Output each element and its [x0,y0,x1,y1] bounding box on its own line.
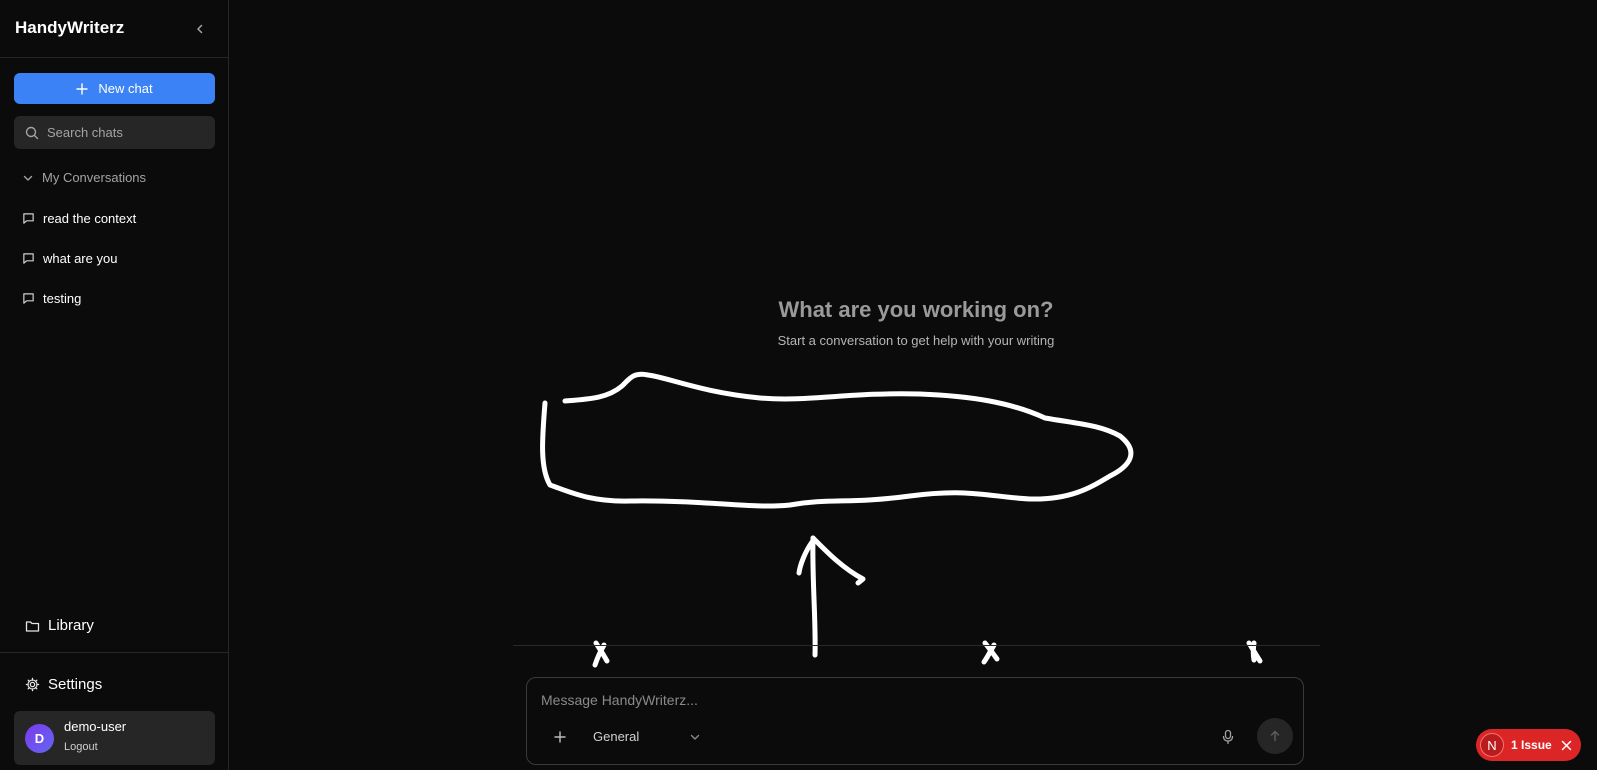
close-icon [1561,740,1571,750]
app-window: HandyWriterz New chat Search chats My Co… [0,0,1597,770]
message-square-icon [23,253,34,264]
send-button[interactable] [1257,718,1293,754]
settings-link[interactable]: Settings [25,676,102,693]
plus-icon [76,82,89,95]
search-icon [25,126,39,139]
collapse-sidebar-button[interactable] [190,19,210,39]
mic-icon [1222,729,1234,745]
username: demo-user [64,719,127,734]
voice-input-button[interactable] [1219,728,1237,746]
composer-divider [513,645,1320,646]
dismiss-issues-button[interactable] [1561,740,1572,751]
sidebar-header: HandyWriterz [0,0,229,58]
conversation-label: testing [43,291,82,306]
new-chat-label: New chat [98,81,153,96]
message-composer: General [526,677,1304,765]
mode-select[interactable]: General [593,729,701,744]
drawn-arrow-shaft [810,535,818,658]
chevron-down-icon [690,734,700,740]
search-chats-placeholder: Search chats [47,125,123,140]
conversation-label: what are you [43,251,118,266]
search-chats-field[interactable]: Search chats [14,116,215,149]
my-conversations-toggle[interactable]: My Conversations [22,170,146,185]
library-link[interactable]: Library [25,617,94,634]
drawn-tick-left [592,640,610,668]
logout-link[interactable]: Logout [64,741,98,753]
drawn-arrow-head [796,535,866,586]
main-panel: What are you working on? Start a convers… [230,0,1597,770]
drawn-oval [540,371,1134,509]
issues-badge[interactable]: N 1 Issue [1476,729,1581,761]
conversation-item[interactable]: read the context [22,211,136,226]
user-profile-card: D demo-user Logout [14,711,215,765]
section-title: My Conversations [42,170,147,185]
app-brand: HandyWriterz [15,18,125,37]
message-input[interactable] [541,690,1281,710]
message-square-icon [23,213,34,224]
message-square-icon [23,293,34,304]
library-label: Library [48,617,94,634]
arrow-up-icon [1270,730,1280,742]
empty-state-subheading: Start a conversation to get help with yo… [777,333,1055,348]
sidebar: HandyWriterz New chat Search chats My Co… [0,0,229,770]
conversation-item[interactable]: testing [22,291,81,306]
empty-state-heading: What are you working on? [778,297,1054,322]
issues-count-label: 1 Issue [1511,738,1552,752]
sidebar-divider [0,652,229,653]
folder-icon [25,620,40,632]
avatar: D [25,724,54,753]
plus-icon [554,731,566,743]
new-chat-button[interactable]: New chat [14,73,215,104]
attach-button[interactable] [551,728,569,746]
chevron-left-icon [197,24,203,34]
gear-icon [25,677,40,692]
conversation-item[interactable]: what are you [22,251,117,266]
nextjs-logo: N [1480,733,1504,757]
mode-selected-value: General [593,729,640,744]
hand-drawn-annotation [540,371,1263,668]
conversation-label: read the context [43,211,137,226]
settings-label: Settings [48,676,103,693]
chevron-down-icon [23,175,33,181]
